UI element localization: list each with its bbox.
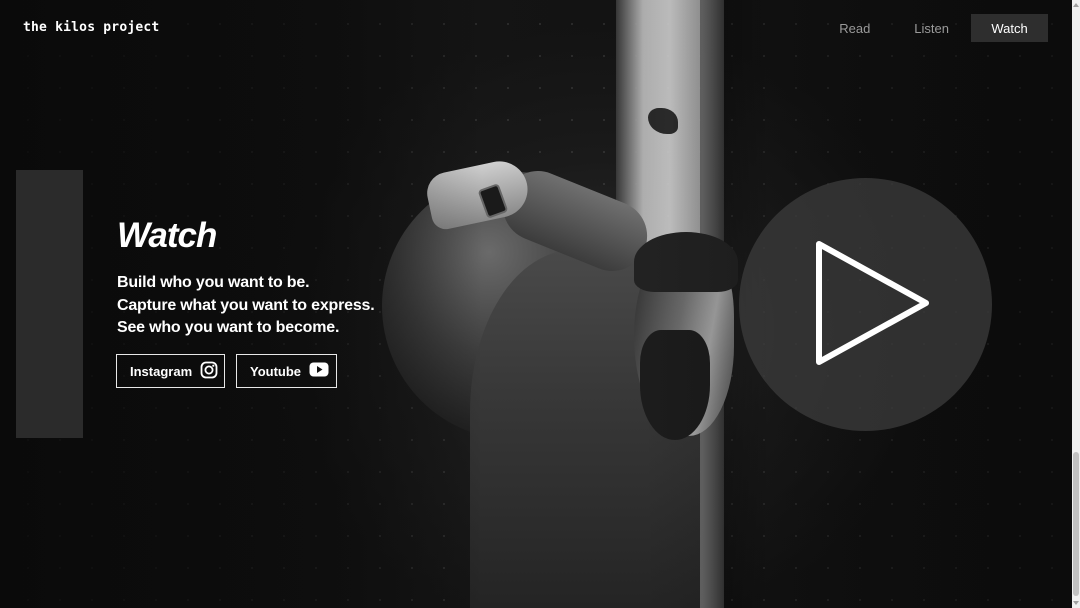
site-logo[interactable]: the kilos project — [23, 20, 159, 35]
instagram-button[interactable]: Instagram — [116, 354, 225, 388]
accent-bar — [16, 170, 83, 438]
youtube-button[interactable]: Youtube — [236, 354, 337, 388]
instagram-label: Instagram — [130, 363, 193, 379]
nav-read[interactable]: Read — [817, 14, 892, 42]
youtube-icon — [309, 362, 329, 380]
play-button[interactable] — [739, 178, 992, 431]
page-title: Watch — [117, 216, 217, 255]
tagline-line-2: Capture what you want to express. — [117, 296, 375, 314]
scroll-down-arrow-icon[interactable] — [1072, 598, 1080, 608]
scrollbar[interactable] — [1072, 0, 1080, 608]
nav-watch[interactable]: Watch — [971, 14, 1048, 42]
scroll-up-arrow-icon[interactable] — [1072, 0, 1080, 10]
youtube-label: Youtube — [250, 363, 302, 379]
play-icon — [816, 241, 929, 365]
instagram-icon — [200, 361, 218, 382]
tagline-line-1: Build who you want to be. — [117, 274, 310, 291]
nav-listen[interactable]: Listen — [892, 14, 971, 42]
tagline-line-3: See who you want to become. — [117, 319, 340, 336]
tagline: Build who you want to be. Capture what y… — [117, 272, 375, 340]
scrollbar-thumb[interactable] — [1073, 452, 1079, 596]
main-nav: Read Listen Watch — [817, 14, 1048, 42]
social-links: Instagram Youtube — [116, 354, 337, 388]
